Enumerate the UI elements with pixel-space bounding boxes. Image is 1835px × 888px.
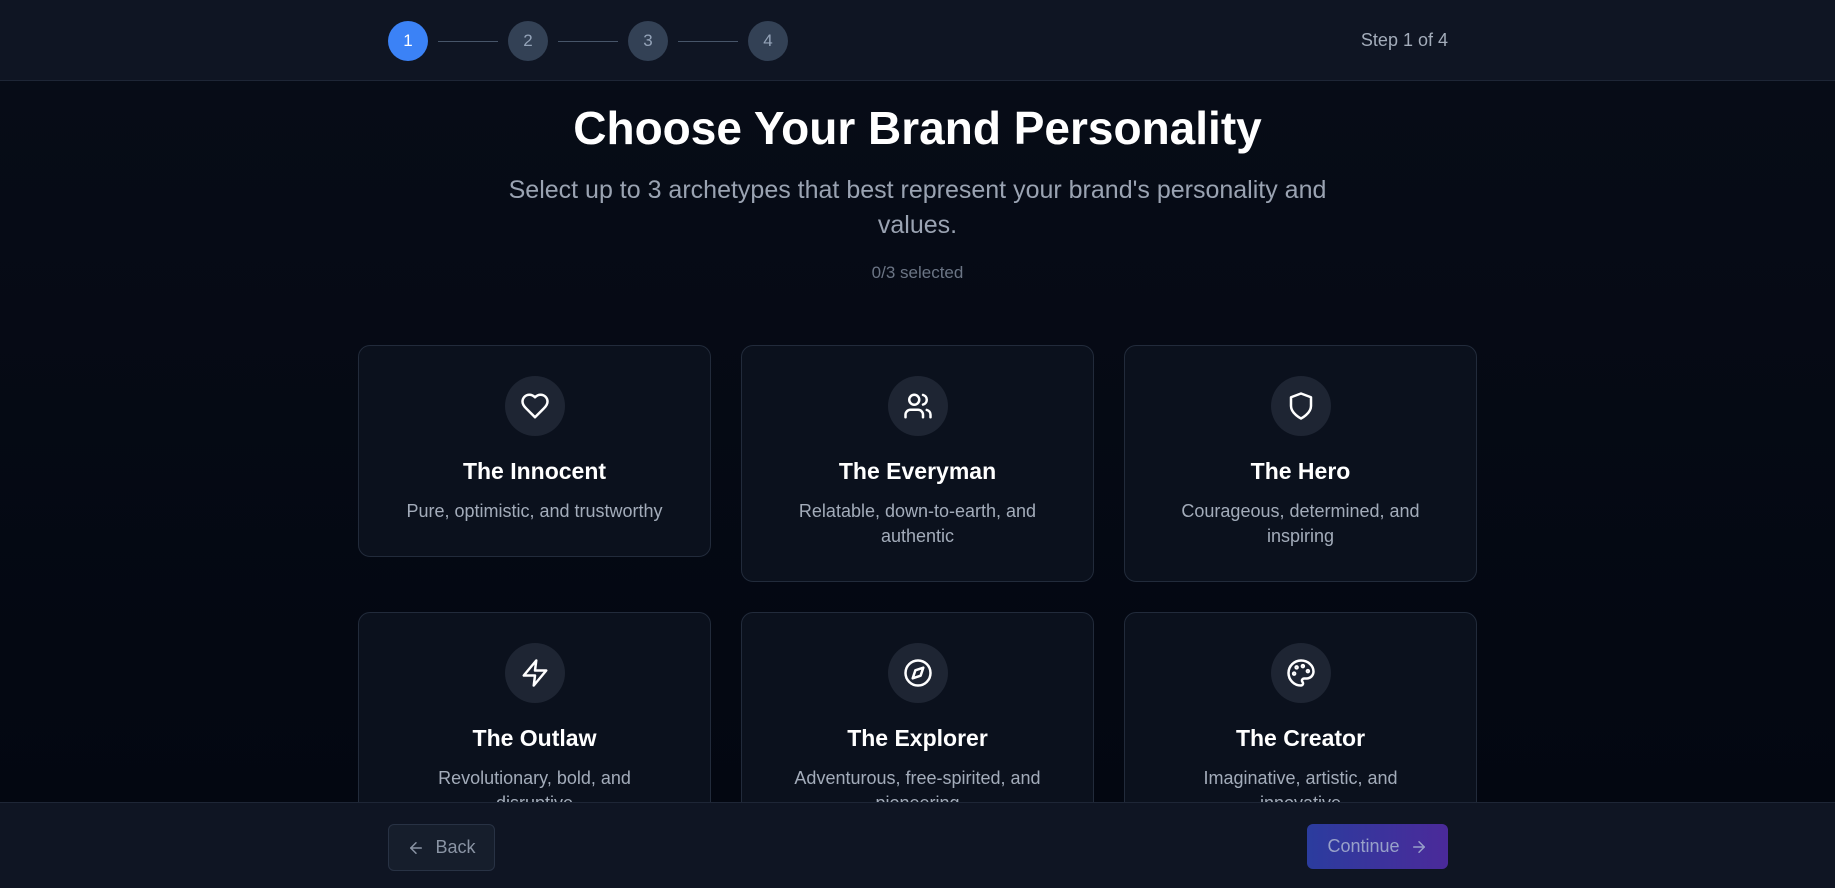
- lightning-icon: [504, 643, 565, 703]
- card-title: The Hero: [1250, 458, 1351, 484]
- step-3-indicator: 3: [628, 21, 668, 61]
- card-description: Relatable, down-to-earth, and authentic: [798, 501, 1037, 546]
- archetype-card-hero[interactable]: The Hero Courageous, determined, and ins…: [1124, 345, 1477, 582]
- heart-icon: [504, 376, 565, 436]
- card-title: The Innocent: [462, 458, 607, 484]
- selection-counter: 0/3 selected: [871, 263, 964, 282]
- archetype-card-everyman[interactable]: The Everyman Relatable, down-to-earth, a…: [741, 345, 1094, 582]
- compass-icon: [887, 643, 948, 703]
- bottom-nav-bar: Back Continue: [0, 802, 1835, 888]
- continue-button-label: Continue: [1327, 836, 1400, 856]
- step-1-indicator: 1: [388, 21, 428, 61]
- page-subtitle: Select up to 3 archetypes that best repr…: [508, 176, 1327, 239]
- card-title: The Everyman: [838, 458, 997, 484]
- step-connector: [678, 40, 738, 42]
- arrow-right-icon: [1410, 838, 1428, 856]
- palette-icon: [1270, 643, 1331, 703]
- archetype-card-creator[interactable]: The Creator Imaginative, artistic, and i…: [1124, 612, 1477, 802]
- card-description: Imaginative, artistic, and innovative: [1203, 768, 1398, 802]
- card-description: Courageous, determined, and inspiring: [1181, 501, 1420, 546]
- step-connector: [558, 40, 618, 42]
- archetype-card-innocent[interactable]: The Innocent Pure, optimistic, and trust…: [358, 345, 711, 557]
- step-connector: [438, 40, 498, 42]
- card-title: The Explorer: [847, 725, 988, 751]
- stepper: 1 2 3 4: [388, 21, 788, 61]
- back-button[interactable]: Back: [388, 824, 495, 871]
- archetype-card-explorer[interactable]: The Explorer Adventurous, free-spirited,…: [741, 612, 1094, 802]
- step-2-indicator: 2: [508, 21, 548, 61]
- arrow-left-icon: [407, 839, 425, 857]
- step-progress-label: Step 1 of 4: [1360, 30, 1448, 50]
- card-description: Adventurous, free-spirited, and pioneeri…: [794, 768, 1041, 802]
- step-4-indicator: 4: [748, 21, 788, 61]
- card-description: Pure, optimistic, and trustworthy: [406, 501, 663, 521]
- card-title: The Outlaw: [472, 725, 597, 751]
- back-button-label: Back: [435, 837, 476, 857]
- card-description: Revolutionary, bold, and disruptive: [438, 768, 631, 802]
- page-title: Choose Your Brand Personality: [573, 102, 1262, 154]
- top-bar: 1 2 3 4 Step 1 of 4: [0, 0, 1835, 81]
- users-icon: [887, 376, 948, 436]
- card-title: The Creator: [1235, 725, 1366, 751]
- main-content: Choose Your Brand Personality Select up …: [0, 81, 1835, 802]
- archetype-card-outlaw[interactable]: The Outlaw Revolutionary, bold, and disr…: [358, 612, 711, 802]
- shield-icon: [1270, 376, 1331, 436]
- continue-button[interactable]: Continue: [1307, 824, 1448, 869]
